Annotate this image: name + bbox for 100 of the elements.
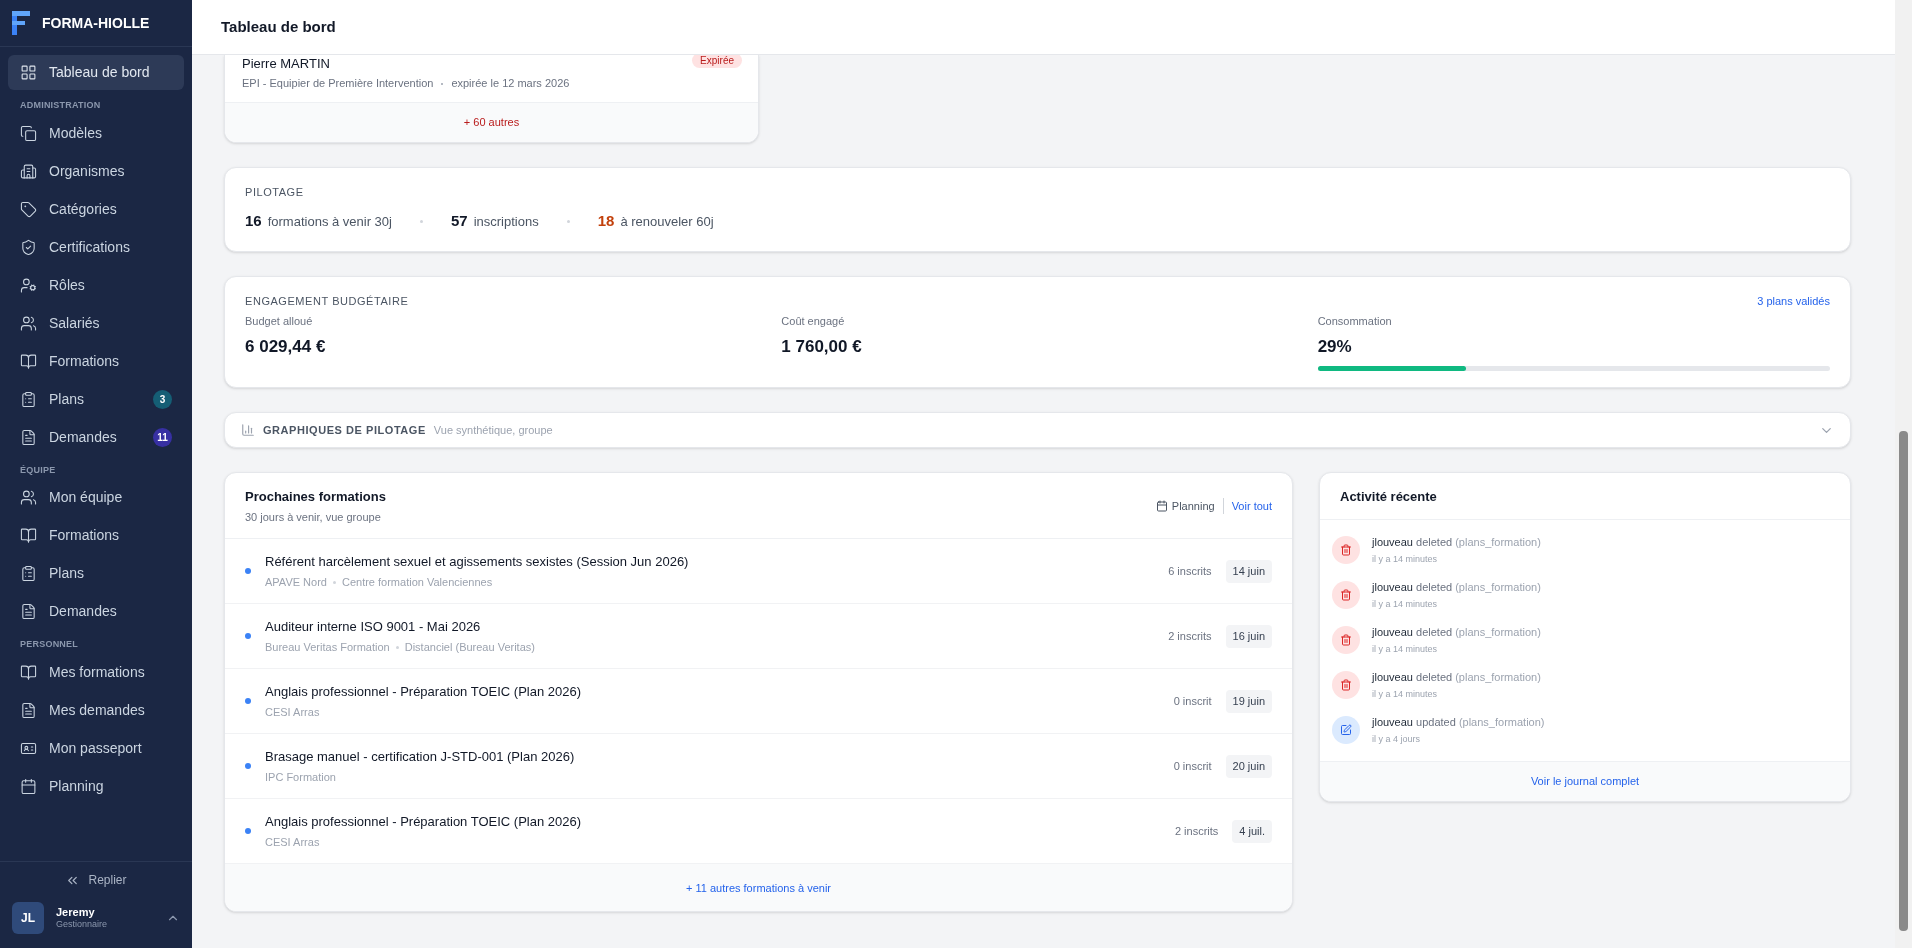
card-subtitle: 30 jours à venir, vue groupe	[245, 509, 382, 525]
book-icon	[20, 663, 37, 681]
user-avatar: JL	[12, 902, 44, 934]
nav-item[interactable]: Salariés	[8, 305, 184, 341]
copy-icon	[20, 124, 37, 142]
expiry-date: expirée le 12 mars 2026	[451, 76, 570, 92]
activity-text: jlouveau deleted (plans_formation)	[1372, 580, 1541, 596]
metric-value: 29%	[1317, 335, 1353, 358]
training-provider: CESI Arras	[265, 834, 320, 850]
scrollbar[interactable]	[1895, 0, 1912, 948]
user-gear-icon	[20, 276, 37, 294]
enrollment-count: 0 inscrit	[1173, 694, 1212, 709]
metric-label: Budget alloué	[245, 314, 314, 330]
nav-item[interactable]: Formations	[8, 518, 184, 553]
stat-item: 18 à renouveler 60j	[597, 211, 714, 232]
enrollment-count: 2 inscrits	[1174, 824, 1219, 839]
more-link[interactable]: + 60 autres	[463, 114, 520, 131]
training-row[interactable]: Brasage manuel - certification J-STD-001 (Plan 2026) IPC Formation 0 inscrit 20 juin	[225, 734, 1292, 800]
date-tag: 14 juin	[1225, 560, 1272, 583]
bar-chart-icon	[241, 423, 255, 438]
date-tag: 20 juin	[1225, 755, 1272, 778]
training-location: Distanciel (Bureau Veritas)	[404, 639, 535, 655]
nav-item[interactable]: Planning	[8, 768, 184, 804]
nav-item[interactable]: Mon passeport	[8, 730, 184, 766]
training-title: Anglais professionnel - Préparation TOEIC (Plan 2026)	[265, 813, 583, 832]
users-icon	[20, 489, 37, 506]
enrollment-count: 0 inscrit	[1173, 759, 1212, 774]
date-tag: 19 juin	[1225, 690, 1272, 713]
clipboard-icon	[20, 390, 37, 408]
training-title: Brasage manuel - certification J-STD-001 (Plan 2026)	[265, 748, 576, 767]
nav-item[interactable]: Demandes	[8, 594, 184, 629]
training-provider: CESI Arras	[265, 704, 320, 720]
nav-item[interactable]: Mon équipe	[8, 480, 184, 515]
status-badge: Expirée	[692, 55, 742, 68]
nav-item[interactable]: Rôles	[8, 267, 184, 303]
grid-icon	[20, 64, 37, 81]
count-badge: 11	[153, 427, 172, 447]
document-icon	[20, 428, 37, 446]
activity-text: jlouveau deleted (plans_formation)	[1372, 625, 1541, 641]
card-title: ENGAGEMENT BUDGÉTAIRE	[245, 293, 409, 309]
nav-item[interactable]: Tableau de bord	[8, 55, 184, 90]
training-location: Centre formation Valenciennes	[341, 574, 493, 590]
nav-item[interactable]: Mes formations	[8, 654, 184, 690]
nav-item[interactable]: Organismes	[8, 153, 184, 189]
clipboard-icon	[20, 565, 37, 582]
date-tag: 16 juin	[1225, 625, 1272, 648]
nav-item[interactable]: Plans 3	[8, 381, 184, 417]
card-title: Activité récente	[1320, 473, 1850, 520]
training-provider: IPC Formation	[265, 769, 336, 785]
document-icon	[20, 701, 37, 719]
metric-value: 1 760,00 €	[781, 335, 863, 358]
training-title: Référent harcèlement sexuel et agissements sexistes (Session Jun 2026)	[265, 553, 690, 572]
nav-item[interactable]: Certifications	[8, 229, 184, 265]
training-title: Anglais professionnel - Préparation TOEIC (Plan 2026)	[265, 683, 583, 702]
shield-icon	[20, 238, 37, 256]
scrollbar-thumb[interactable]	[1899, 431, 1908, 931]
person-name: Pierre MARTIN	[242, 56, 330, 73]
training-provider: Bureau Veritas Formation	[265, 639, 390, 655]
count-badge: 3	[153, 389, 172, 409]
building-icon	[20, 162, 37, 180]
users-icon	[20, 314, 37, 332]
date-tag: 4 juil.	[1232, 820, 1272, 843]
more-link[interactable]: + 11 autres formations à venir	[686, 879, 831, 896]
section-label: PERSONNEL	[19, 638, 80, 651]
journal-link[interactable]: Voir le journal complet	[1530, 773, 1640, 790]
collapse-button[interactable]: Replier	[65, 871, 127, 889]
training-provider: APAVE Nord	[265, 574, 327, 590]
document-icon	[20, 603, 37, 620]
brand-name: FORMA-HIOLLE	[42, 13, 150, 33]
panel-title: GRAPHIQUES DE PILOTAGE	[263, 423, 426, 438]
training-title: Auditeur interne ISO 9001 - Mai 2026	[265, 618, 482, 637]
metric-label: Consommation	[1317, 314, 1393, 330]
nav-item[interactable]: Mes demandes	[8, 692, 184, 728]
user-role: Gestionnaire	[56, 919, 109, 931]
metric-value: 6 029,44 €	[245, 335, 327, 358]
activity-text: jlouveau deleted (plans_formation)	[1372, 535, 1541, 551]
section-label: ADMINISTRATION	[19, 99, 102, 112]
nav-item[interactable]: Formations	[8, 343, 184, 379]
training-row[interactable]: Auditeur interne ISO 9001 - Mai 2026 Bureau Veritas Formation Distanciel (Bureau Veritas) 2 inscrits 16 juin	[225, 604, 1292, 670]
training-row[interactable]: Anglais professionnel - Préparation TOEIC (Plan 2026) CESI Arras 0 inscrit 19 juin	[225, 669, 1292, 735]
logo-icon	[12, 11, 30, 35]
tag-icon	[20, 200, 37, 218]
nav-item[interactable]: Demandes 11	[8, 419, 184, 455]
stat-item: 57 inscriptions	[450, 211, 539, 232]
book-icon	[20, 527, 37, 544]
enrollment-count: 6 inscrits	[1168, 564, 1212, 579]
training-row[interactable]: Référent harcèlement sexuel et agissements sexistes (Session Jun 2026) APAVE Nord Centre formation Valenciennes 6 inscrits 14 juin	[225, 539, 1292, 605]
user-name: Jeremy	[56, 905, 96, 920]
planning-link[interactable]: Planning	[1155, 498, 1215, 515]
view-all-link[interactable]: Voir tout	[1231, 498, 1272, 515]
panel-subtitle: Vue synthétique, groupe	[433, 423, 554, 438]
nav-item[interactable]: Plans	[8, 556, 184, 591]
enrollment-count: 2 inscrits	[1168, 629, 1212, 644]
nav-item[interactable]: Catégories	[8, 191, 184, 227]
metric-label: Coût engagé	[781, 314, 846, 330]
section-label: ÉQUIPE	[19, 463, 57, 477]
page-title: Tableau de bord	[221, 16, 336, 37]
card-title: PILOTAGE	[245, 184, 305, 200]
plans-link[interactable]: 3 plans validés	[1757, 292, 1830, 310]
nav-item[interactable]: Modèles	[8, 115, 184, 151]
